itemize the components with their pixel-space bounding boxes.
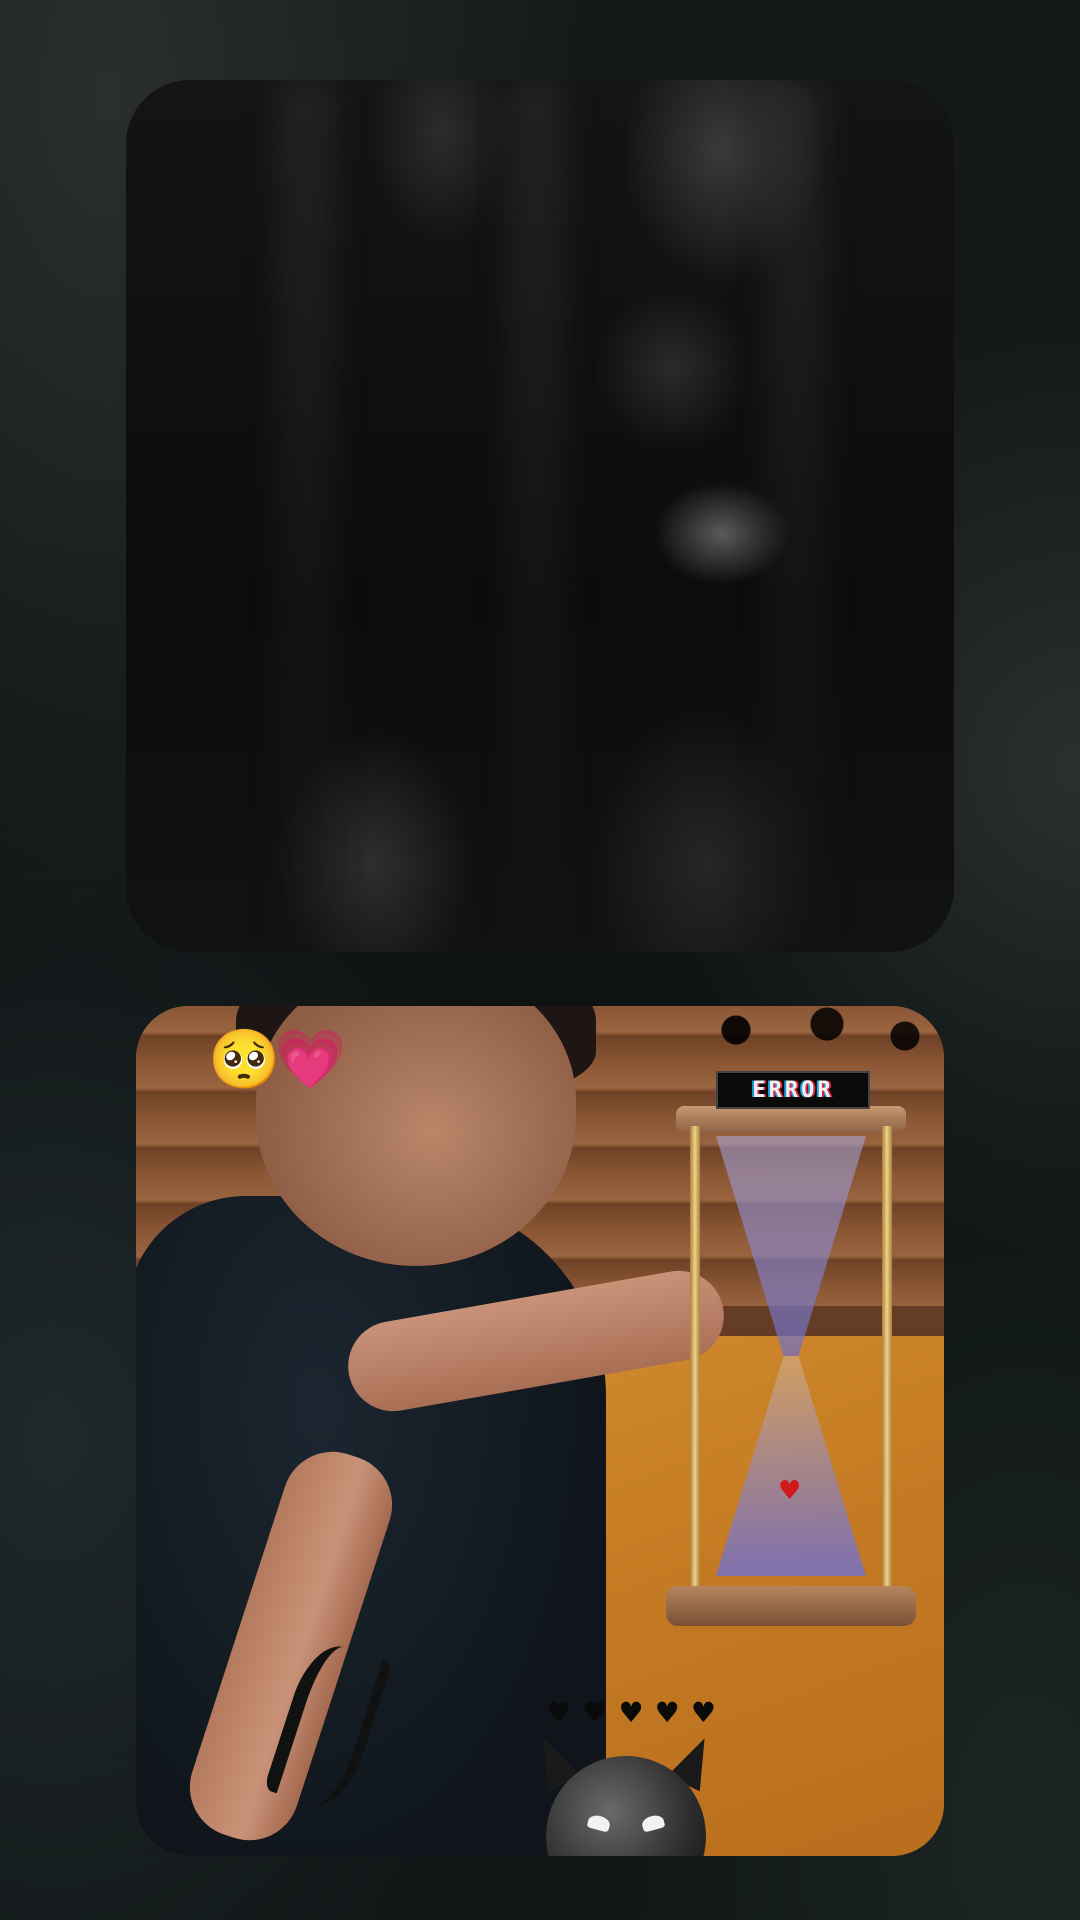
heart-icon: ♥: [618, 1696, 644, 1729]
pink-heart-icon: 💗: [274, 1025, 347, 1093]
heart-icon: ♥: [654, 1696, 680, 1729]
hourglass-rod: [690, 1126, 700, 1596]
blur-stripe: [506, 80, 566, 952]
video-viewer: ♥ ERROR 🥺 💗 ♥ ♥ ♥ ♥ ♥: [0, 0, 1080, 1920]
heart-icon: ♥: [690, 1696, 716, 1729]
mini-hearts: ♥ ♥ ♥ ♥ ♥: [546, 1696, 716, 1729]
heart-icon: ♥: [582, 1696, 608, 1729]
video-frame-top[interactable]: [126, 80, 954, 952]
heart-icon: ♥: [778, 1476, 802, 1506]
hourglass-base: [666, 1586, 916, 1626]
blur-stripe: [276, 80, 336, 952]
hourglass-top-cap: [676, 1106, 906, 1132]
hourglass: ♥: [666, 1106, 916, 1626]
error-sticker: ERROR: [716, 1071, 870, 1109]
devil-sticker: ♥ ♥ ♥ ♥ ♥: [527, 1696, 721, 1856]
hourglass-rod: [882, 1126, 892, 1596]
photo-frame[interactable]: ♥ ERROR 🥺 💗 ♥ ♥ ♥ ♥ ♥: [136, 1006, 944, 1856]
pleading-face-icon: 🥺: [208, 1025, 281, 1093]
hourglass-upper-bulb: [716, 1136, 866, 1356]
heart-doodle-sticker: [684, 1006, 944, 1066]
blur-stripe: [766, 80, 826, 952]
heart-icon: ♥: [546, 1696, 572, 1729]
hourglass-lower-bulb: [716, 1356, 866, 1576]
